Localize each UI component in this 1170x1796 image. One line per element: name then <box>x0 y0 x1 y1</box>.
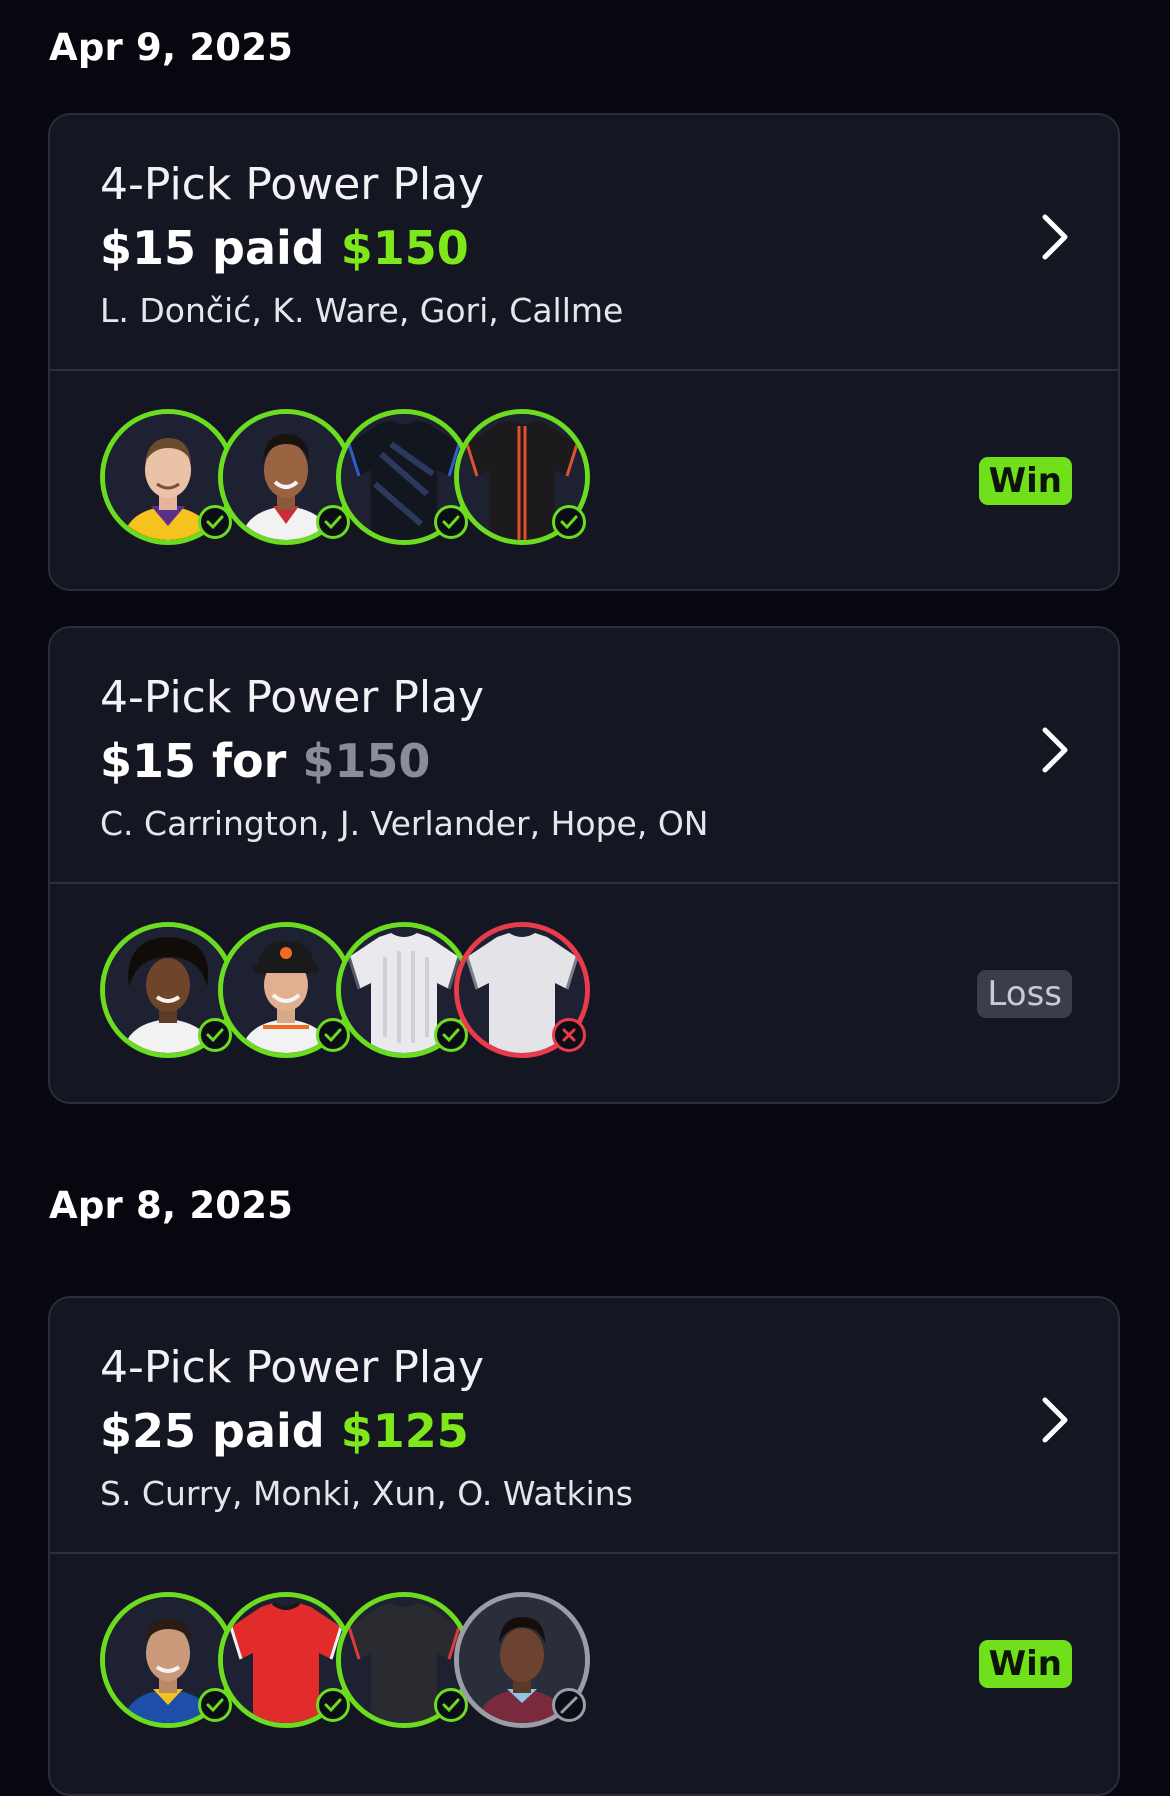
entry-payout: $150 <box>340 221 469 275</box>
ban-circle-icon <box>552 1688 586 1722</box>
entry-summary[interactable]: 4-Pick Power Play $25 paid $125 S. Curry… <box>50 1298 1118 1552</box>
result-badge: Loss <box>977 970 1072 1018</box>
chevron-right-icon[interactable] <box>1038 1396 1072 1444</box>
date-header: Apr 9, 2025 <box>49 26 294 69</box>
pick-avatars <box>100 409 660 553</box>
chevron-right-icon[interactable] <box>1038 213 1072 261</box>
entry-players: S. Curry, Monki, Xun, O. Watkins <box>100 1474 633 1513</box>
entry-title: 4-Pick Power Play <box>100 672 485 723</box>
entry-players: L. Dončić, K. Ware, Gori, Callme <box>100 291 624 330</box>
date-header: Apr 8, 2025 <box>49 1184 294 1227</box>
entry-summary[interactable]: 4-Pick Power Play $15 paid $150 L. Donči… <box>50 115 1118 369</box>
entry-title: 4-Pick Power Play <box>100 1342 485 1393</box>
entry-card[interactable]: 4-Pick Power Play $15 paid $150 L. Donči… <box>48 113 1120 591</box>
chevron-right-icon[interactable] <box>1038 726 1072 774</box>
entry-picks: Loss <box>50 882 1118 1102</box>
entry-payout: $150 <box>302 734 431 788</box>
entry-card[interactable]: 4-Pick Power Play $25 paid $125 S. Curry… <box>48 1296 1120 1796</box>
pick-avatars <box>100 922 660 1066</box>
entry-stake: $15 paid <box>100 221 325 275</box>
check-circle-icon <box>552 505 586 539</box>
entry-amount: $25 paid $125 <box>100 1404 469 1458</box>
entry-amount: $15 paid $150 <box>100 221 469 275</box>
entry-stake: $15 for <box>100 734 287 788</box>
entry-stake: $25 paid <box>100 1404 325 1458</box>
result-badge: Win <box>978 1640 1072 1688</box>
entry-card[interactable]: 4-Pick Power Play $15 for $150 C. Carrin… <box>48 626 1120 1104</box>
entry-picks: Win <box>50 1552 1118 1774</box>
entry-summary[interactable]: 4-Pick Power Play $15 for $150 C. Carrin… <box>50 628 1118 882</box>
x-circle-icon <box>552 1018 586 1052</box>
entry-amount: $15 for $150 <box>100 734 430 788</box>
entry-title: 4-Pick Power Play <box>100 159 485 210</box>
entry-picks: Win <box>50 369 1118 589</box>
pick-avatars <box>100 1592 660 1736</box>
result-badge: Win <box>978 457 1072 505</box>
entry-payout: $125 <box>340 1404 469 1458</box>
entry-players: C. Carrington, J. Verlander, Hope, ON <box>100 804 709 843</box>
